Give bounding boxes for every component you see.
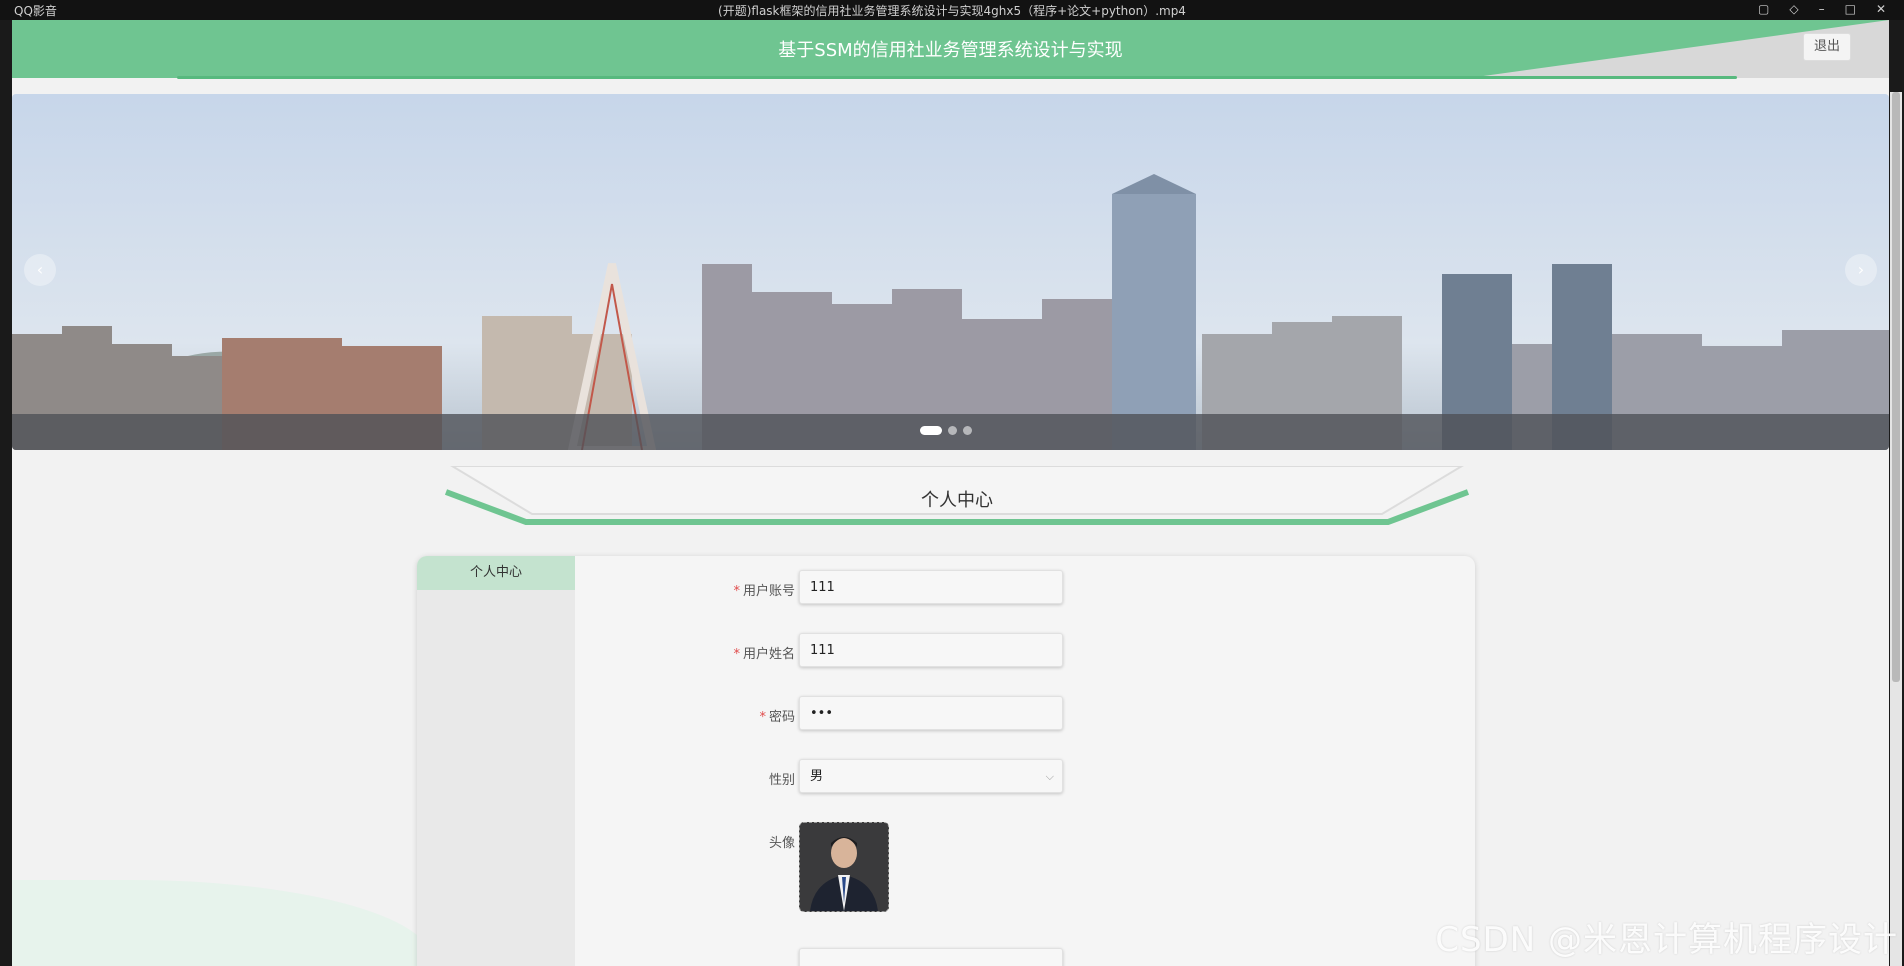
carousel-dot[interactable] — [920, 426, 942, 435]
minimize-icon[interactable]: – — [1819, 2, 1825, 16]
gender-value: 男 — [810, 769, 824, 784]
carousel-prev-icon[interactable]: ‹ — [24, 254, 56, 286]
carousel-next-icon[interactable]: › — [1845, 254, 1877, 286]
name-label-text: 用户姓名 — [742, 647, 795, 662]
video-player-title-bar: QQ影音 (开题)flask框架的信用社业务管理系统设计与实现4ghx5（程序+… — [0, 0, 1904, 20]
account-label-text: 用户账号 — [742, 584, 795, 599]
restore-icon[interactable]: □ — [1845, 2, 1856, 16]
name-label: * 用户姓名 — [733, 643, 795, 662]
required-mark: * — [733, 584, 740, 599]
section-title-frame: 个人中心 — [442, 466, 1472, 544]
site-title: 基于SSM的信用社业务管理系统设计与实现 — [778, 40, 1123, 61]
page-scrollbar[interactable] — [1890, 92, 1902, 966]
banner-carousel[interactable]: ‹ › — [12, 94, 1889, 450]
video-file-title: (开题)flask框架的信用社业务管理系统设计与实现4ghx5（程序+论文+py… — [718, 4, 1186, 18]
carousel-dot[interactable] — [948, 426, 957, 435]
avatar-image — [800, 823, 888, 911]
chevron-down-icon: ⌵ — [1045, 770, 1054, 783]
site-header: 基于SSM的信用社业务管理系统设计与实现 退出 — [12, 20, 1889, 78]
web-page: 基于SSM的信用社业务管理系统设计与实现 退出 ‹ › 个人中心 个人中心 * … — [12, 20, 1889, 966]
form-row-avatar: 头像 — [575, 822, 1075, 912]
next-field-input[interactable] — [799, 948, 1063, 966]
sidebar-item-personal-center[interactable]: 个人中心 — [417, 556, 575, 590]
background-wave — [12, 880, 432, 966]
csdn-watermark: CSDN @米恩计算机程序设计 — [1435, 920, 1898, 960]
scrollbar-thumb[interactable] — [1892, 92, 1900, 682]
profile-panel: 个人中心 * 用户账号 111 * 用户姓名 111 * 密码 ••• 性别 男 ⌵ — [417, 556, 1475, 966]
required-mark: * — [733, 647, 740, 662]
form-row-name: * 用户姓名 111 — [575, 633, 1075, 669]
avatar-upload[interactable] — [799, 822, 889, 912]
password-label: * 密码 — [759, 706, 795, 725]
form-row-next — [575, 948, 1075, 966]
name-input[interactable]: 111 — [799, 633, 1063, 667]
feedback-icon[interactable]: ◇ — [1789, 2, 1798, 16]
city-skyline-image — [12, 94, 1889, 450]
logout-button[interactable]: 退出 — [1803, 33, 1851, 61]
carousel-dot[interactable] — [963, 426, 972, 435]
form-row-account: * 用户账号 111 — [575, 570, 1075, 606]
header-underline — [177, 76, 1737, 79]
account-input[interactable]: 111 — [799, 570, 1063, 604]
avatar-label: 头像 — [768, 836, 795, 851]
password-label-text: 密码 — [768, 710, 795, 725]
section-title: 个人中心 — [921, 490, 993, 511]
form-row-password: * 密码 ••• — [575, 696, 1075, 732]
password-input[interactable]: ••• — [799, 696, 1063, 730]
gender-select[interactable]: 男 ⌵ — [799, 759, 1063, 793]
pin-icon[interactable]: ▢ — [1758, 2, 1769, 16]
form-row-gender: 性别 男 ⌵ — [575, 759, 1075, 795]
close-icon[interactable]: ✕ — [1876, 2, 1886, 16]
gender-label: 性别 — [768, 773, 795, 788]
account-label: * 用户账号 — [733, 580, 795, 599]
window-controls: ▢ ◇ – □ ✕ — [1758, 2, 1886, 16]
required-mark: * — [759, 710, 766, 725]
carousel-indicators — [920, 426, 972, 435]
panel-sidebar: 个人中心 — [417, 556, 575, 966]
